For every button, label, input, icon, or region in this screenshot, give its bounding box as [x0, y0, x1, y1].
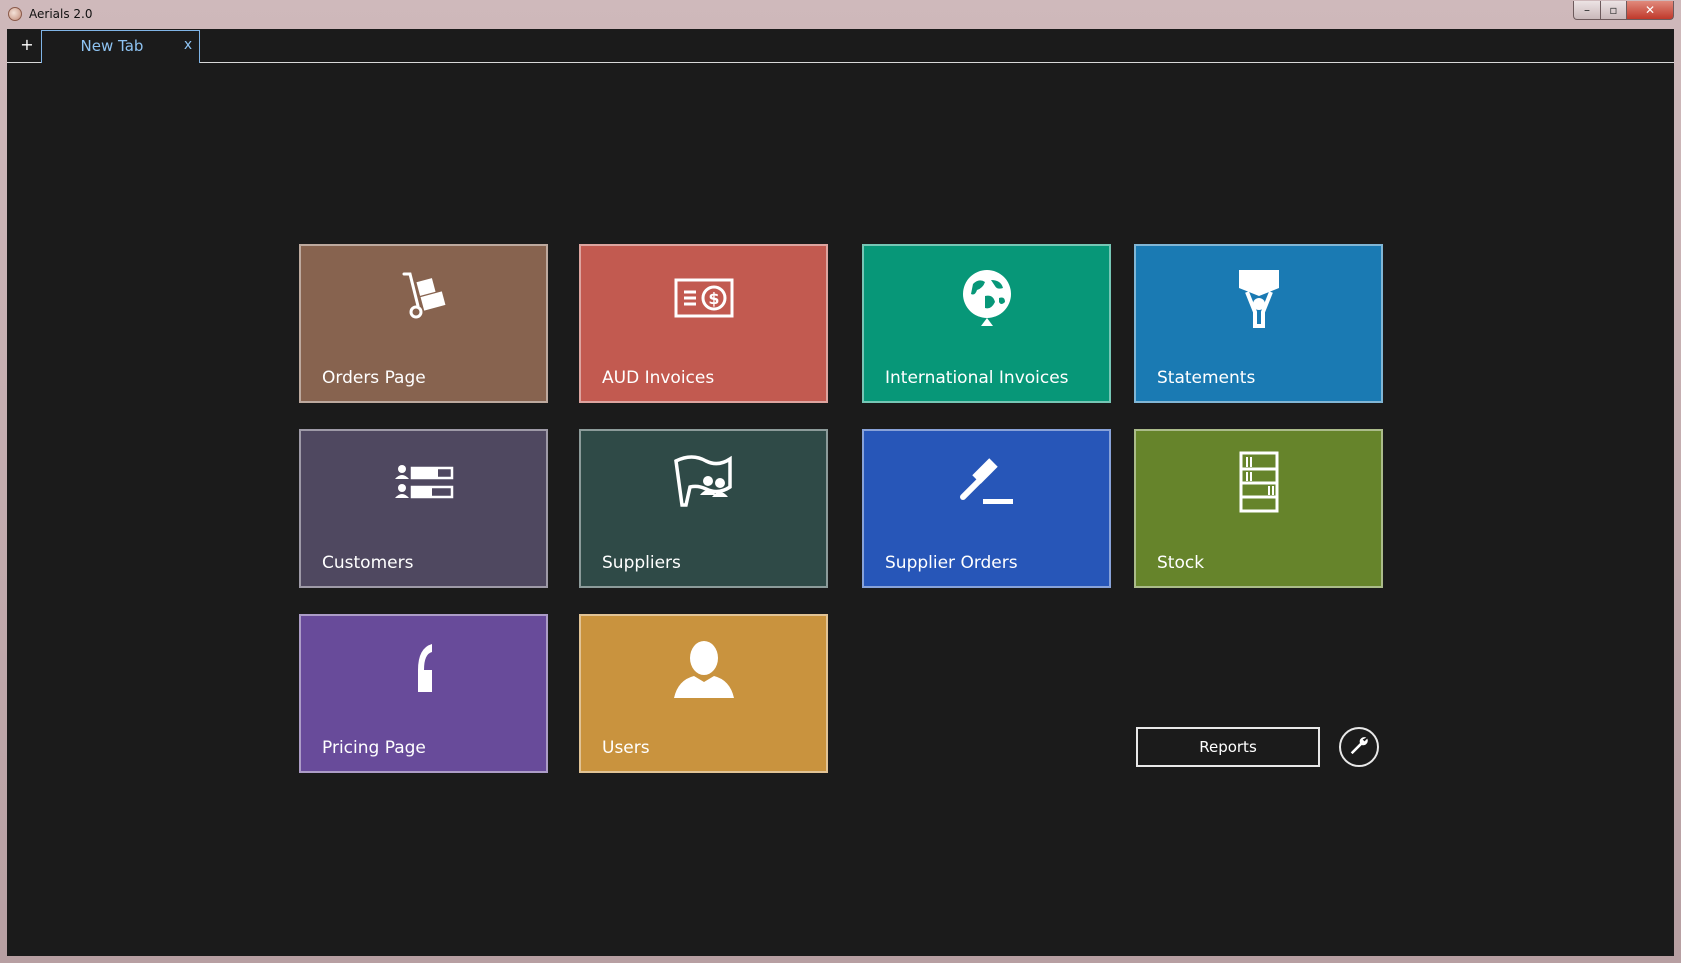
tile-label: Pricing Page: [322, 738, 426, 758]
close-window-button[interactable]: ✕: [1626, 1, 1674, 20]
window-title: Aerials 2.0: [29, 7, 93, 21]
reports-button[interactable]: Reports: [1136, 727, 1320, 767]
person-sign-icon: [1136, 266, 1381, 330]
tile-international-invoices[interactable]: International Invoices: [862, 244, 1111, 403]
app-window: Aerials 2.0 – ▫ ✕ + New Tab x Orders Pag…: [0, 0, 1681, 963]
hand-truck-icon: [301, 266, 546, 330]
customer-list-icon: [301, 451, 546, 515]
tile-statements[interactable]: Statements: [1134, 244, 1383, 403]
maximize-button[interactable]: ▫: [1600, 1, 1627, 20]
tile-pricing-page[interactable]: Pricing Page: [299, 614, 548, 773]
tab-close-button[interactable]: x: [181, 37, 195, 53]
tab-new-tab[interactable]: New Tab x: [41, 30, 200, 63]
shelf-icon: [1136, 451, 1381, 515]
tile-customers[interactable]: Customers: [299, 429, 548, 588]
tab-bar: + New Tab x: [7, 29, 1674, 63]
globe-pin-icon: [864, 266, 1109, 330]
dollar-bill-icon: $: [581, 266, 826, 330]
flag-people-icon: [581, 451, 826, 515]
tile-aud-invoices[interactable]: $ AUD Invoices: [579, 244, 828, 403]
wrench-icon: [1348, 734, 1370, 760]
maximize-icon: ▫: [1609, 3, 1618, 17]
settings-button[interactable]: [1339, 727, 1379, 767]
tile-label: Statements: [1157, 368, 1256, 388]
gavel-icon: [864, 451, 1109, 515]
tile-suppliers[interactable]: Suppliers: [579, 429, 828, 588]
app-icon: [8, 7, 22, 21]
tab-label: New Tab: [80, 37, 144, 55]
user-icon: [581, 636, 826, 700]
tile-orders-page[interactable]: Orders Page: [299, 244, 548, 403]
tile-label: AUD Invoices: [602, 368, 715, 388]
tile-label: Stock: [1157, 553, 1205, 573]
minimize-icon: –: [1584, 3, 1590, 17]
tile-label: Suppliers: [602, 553, 681, 573]
svg-text:$: $: [708, 289, 719, 308]
tile-label: International Invoices: [885, 368, 1069, 388]
quote-icon: [301, 636, 546, 700]
new-tab-button[interactable]: +: [17, 35, 37, 55]
reports-button-label: Reports: [1199, 738, 1257, 756]
minimize-button[interactable]: –: [1573, 1, 1601, 20]
tile-stock[interactable]: Stock: [1134, 429, 1383, 588]
tile-users[interactable]: Users: [579, 614, 828, 773]
tile-label: Orders Page: [322, 368, 426, 388]
tile-label: Supplier Orders: [885, 553, 1018, 573]
client-area: + New Tab x Orders Page $ AUD Invoices I…: [7, 29, 1674, 956]
tile-supplier-orders[interactable]: Supplier Orders: [862, 429, 1111, 588]
tile-label: Users: [602, 738, 650, 758]
tile-label: Customers: [322, 553, 414, 573]
close-icon: ✕: [1644, 3, 1656, 17]
title-bar: Aerials 2.0 – ▫ ✕: [0, 0, 1681, 30]
